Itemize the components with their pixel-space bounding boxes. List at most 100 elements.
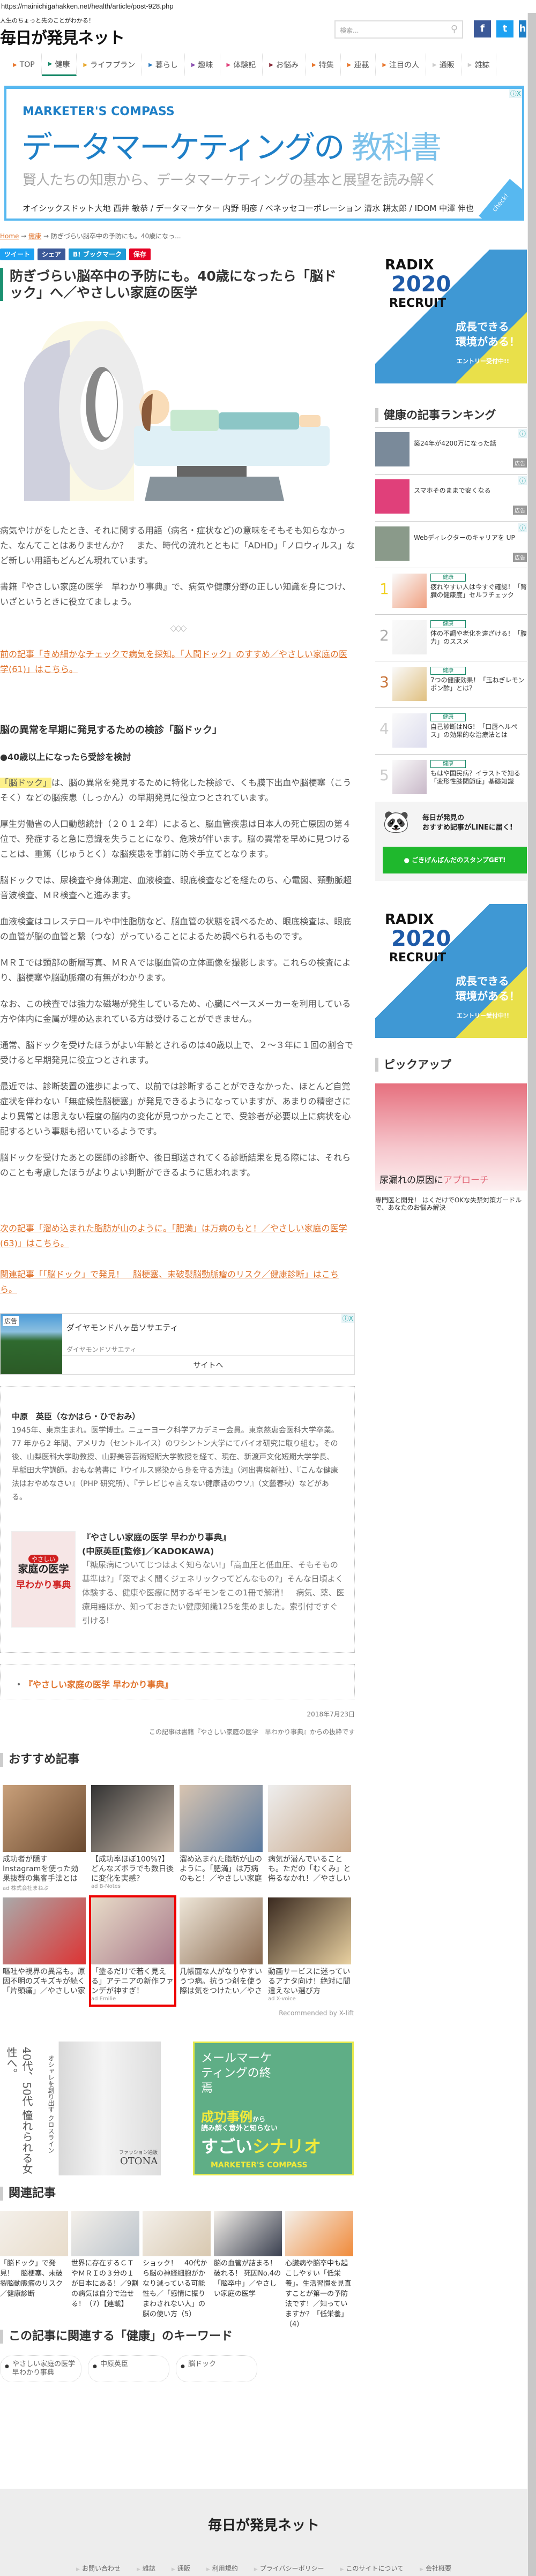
breadcrumb-home[interactable]: Home	[0, 232, 19, 240]
share-button[interactable]: B! ブックマーク	[69, 248, 126, 260]
sidebar-ad[interactable]: Webディレクターのキャリアを UP 広告 ⓘ	[375, 521, 527, 567]
recommend-card[interactable]: 溜め込まれた脂肪が山のように。「肥満」は万病のもと！／やさしい家庭	[180, 1785, 263, 1892]
pickup-image[interactable]: 尿漏れの原因にアプローチ	[375, 1083, 527, 1191]
recommend-card[interactable]: 嘔吐や視界の異常も。原因不明のズキズキが続く「片頭痛」／やさしい家	[3, 1897, 86, 2005]
nav-item[interactable]: ▶ 趣味	[185, 54, 220, 76]
book-link[interactable]: 『やさしい家庭の医学 早わかり事典』	[28, 1679, 173, 1690]
next-article-link[interactable]: 次の記事「溜め込まれた脂肪が山のように。「肥満」は万病のもと！／やさしい家庭の医…	[0, 1223, 347, 1248]
ranking-item[interactable]: 2 健康 体の不調や老化を遠ざける！「腹力」のススメ	[375, 614, 527, 661]
nav-item[interactable]: ▶ 体験記	[220, 54, 263, 76]
recommend-card[interactable]: 病気が潜んでいることも。ただの「むくみ」と侮るなかれ！／やさしい	[268, 1785, 351, 1892]
card-title[interactable]: 動画サービスに迷っているアナタ向け！絶対に間違えない選び方	[268, 1967, 351, 1996]
rank-title[interactable]: 7つの健康効果！「玉ねぎレモンポン酢」とは？	[430, 676, 527, 692]
rank-title[interactable]: もはや国民病？イラストで知る「変形性膝関節症」基礎知識	[430, 770, 527, 786]
recommend-card[interactable]: 几帳面な人がなりやすいうつ病。抗うつ剤を使う際は気をつけたい／やさ	[180, 1897, 263, 2005]
address-bar-url[interactable]: https://mainichigahakken.net/health/arti…	[1, 2, 174, 10]
rank-category[interactable]: 健康	[430, 574, 466, 582]
search-input[interactable]: 検索... ⚲	[334, 20, 463, 39]
recommend-card[interactable]: 「塗るだけで若く見える」アテニアの新作ファンデが神すぎ！ ad Emilie	[89, 1895, 176, 2007]
related-card[interactable]: 世界に存在するＣＴやＭＲＩの３分の１が日本にある！／9割の病気は自分で治せる！（…	[71, 2211, 139, 2330]
footer-link[interactable]: ▶ プライバシーポリシー	[254, 2564, 324, 2573]
nav-item[interactable]: ▶ ライフプラン	[77, 54, 143, 76]
footer-link[interactable]: ▶ 会社概要	[420, 2564, 451, 2573]
footer-link[interactable]: ▶ このサイトについて	[340, 2564, 404, 2573]
rank-category[interactable]: 健康	[430, 713, 466, 721]
related-title[interactable]: 心臓病や脳卒中も起こしやすい「低栄養」。生活習慣を見直すことが第一の予防法です！…	[285, 2258, 353, 2330]
ad-title[interactable]: スマホそのままで安くなる	[414, 486, 491, 495]
keyword-chip[interactable]: 脳ドック	[176, 2355, 257, 2382]
nav-item[interactable]: ▶ 連載	[341, 54, 376, 76]
footer-link[interactable]: ▶ 利用規約	[206, 2564, 238, 2573]
card-title[interactable]: 溜め込まれた脂肪が山のように。「肥満」は万病のもと！／やさしい家庭	[180, 1855, 263, 1884]
nav-item[interactable]: ▶ 特集	[306, 54, 341, 76]
related-article-link[interactable]: 関連記事「「脳ドック」で発見！ 脳梗塞、未破裂脳動脈瘤のリスク／健康診断」はこち…	[0, 1269, 339, 1294]
recommended-by-credit[interactable]: Recommended by X-lift	[279, 2009, 354, 2017]
recommend-card[interactable]: 動画サービスに迷っているアナタ向け！絶対に間違えない選び方 ad X-voice	[268, 1897, 351, 2005]
related-title[interactable]: 脳の血管が詰まる！破れる！ 死因No.4の「脳卒中」／やさしい家庭の医学	[214, 2258, 282, 2299]
card-title[interactable]: 嘔吐や視界の異常も。原因不明のズキズキが続く「片頭痛」／やさしい家	[3, 1967, 86, 1996]
rank-category[interactable]: 健康	[430, 667, 466, 675]
ranking-item[interactable]: 1 健康 疲れやすい人は今すぐ確認！「腎臓の健康度」セルフチェック	[375, 568, 527, 614]
related-card[interactable]: 脳の血管が詰まる！破れる！ 死因No.4の「脳卒中」／やさしい家庭の医学	[214, 2211, 282, 2330]
nav-item[interactable]: ▶ 雑誌	[461, 54, 497, 76]
marketing-ad[interactable]: メールマーケティングの終焉 成功事例から 読み解く意外と知らない すごいシナリオ…	[193, 2042, 354, 2175]
footer-link[interactable]: ▶ 雑誌	[137, 2564, 155, 2573]
ranking-item[interactable]: 5 健康 もはや国民病？イラストで知る「変形性膝関節症」基礎知識	[375, 754, 527, 801]
ad-title[interactable]: Webディレクターのキャリアを UP	[414, 533, 515, 542]
footer-link[interactable]: ▶ お問い合わせ	[76, 2564, 121, 2573]
ad-info-icon[interactable]: ⓘ	[518, 523, 527, 532]
rank-category[interactable]: 健康	[430, 760, 466, 768]
search-icon[interactable]: ⚲	[451, 24, 458, 35]
pickup-caption[interactable]: 専門医と開発！ はくだけでOKな失禁対策ガードルで、あなたのお悩み解決	[375, 1196, 527, 1211]
ad-info-close-icon[interactable]: ⓘX	[341, 1314, 354, 1323]
ad-title[interactable]: 築24年が4200万になった話	[414, 439, 496, 448]
book-cover[interactable]: やさしい 家庭の医学 早わかり事典	[11, 1531, 76, 1628]
prev-article-link[interactable]: 前の記事「きめ細かなチェックで病気を探知。「人間ドック」のすすめ／やさしい家庭の…	[0, 649, 347, 674]
top-banner-ad[interactable]: MARKETER'S COMPASS データマーケティングの 教科書 賢人たちの…	[4, 86, 524, 221]
ranking-item[interactable]: 4 健康 自己診断はNG！「口唇ヘルペス」の効果的な治療法とは	[375, 707, 527, 754]
site-logo[interactable]: 毎日が発見ネット	[0, 25, 125, 48]
native-ad[interactable]: 広告 ダイヤモンド八ヶ岳ソサエティ ダイヤモンドソサエティ サイトへ ⓘX	[0, 1313, 355, 1375]
ad-info-close-icon[interactable]: ⓘX	[509, 89, 522, 98]
rank-title[interactable]: 自己診断はNG！「口唇ヘルペス」の効果的な治療法とは	[430, 723, 527, 739]
fashion-ad[interactable]: 40代、50代 憧れられる女性へ。 オシャレを創り出す クロスライン ファッショ…	[5, 2042, 161, 2175]
card-title[interactable]: 【成功率ほぼ100%?】どんなズボラでも数日後に変化を実感?	[91, 1855, 174, 1884]
related-card[interactable]: 「脳ドック」で発見！ 脳梗塞、未破裂脳動脈瘤のリスク／健康診断	[0, 2211, 68, 2330]
breadcrumb-category[interactable]: 健康	[28, 232, 41, 240]
rank-category[interactable]: 健康	[430, 620, 466, 628]
footer-logo[interactable]: 毎日が発見ネット	[0, 2514, 527, 2534]
nav-item[interactable]: ▶ お悩み	[263, 54, 306, 76]
ad-info-icon[interactable]: ⓘ	[518, 429, 527, 438]
nav-item[interactable]: ▶ 注目の人	[376, 54, 427, 76]
ad-site-button[interactable]: サイトへ	[62, 1355, 354, 1374]
share-button[interactable]: シェア	[38, 248, 66, 260]
keyword-chip[interactable]: やさしい家庭の医学早わかり事典	[0, 2355, 81, 2382]
share-button[interactable]: 保存	[129, 248, 151, 260]
twitter-icon[interactable]: t	[496, 20, 513, 37]
sidebar-ad[interactable]: 築24年が4200万になった話 広告 ⓘ	[375, 427, 527, 473]
recommend-card[interactable]: 【成功率ほぼ100%?】どんなズボラでも数日後に変化を実感? ad B-Notes	[91, 1785, 174, 1892]
rank-title[interactable]: 疲れやすい人は今すぐ確認！「腎臓の健康度」セルフチェック	[430, 583, 527, 599]
radix-ad-2[interactable]: RADIX 2020 RECRUIT 成長できる 環境がある！ エントリー受付中!…	[375, 904, 527, 1038]
nav-item[interactable]: ▶ TOP	[6, 54, 42, 76]
keyword-chip[interactable]: 中原英臣	[88, 2355, 169, 2382]
sidebar-ad[interactable]: スマホそのままで安くなる 広告 ⓘ	[375, 474, 527, 520]
line-stamp-button[interactable]: ● ごきげんぱんだのスタンプGET!	[383, 847, 527, 873]
related-title[interactable]: ショック！ 40代から脳の神経細胞がかなり減っている可能性も／「感情に振りまわさ…	[143, 2258, 211, 2319]
recommend-card[interactable]: 成功者が隠すInstagramを使った効果抜群の集客手法とは ad 株式会社まねぶ	[3, 1785, 86, 1892]
ad-title[interactable]: ダイヤモンド八ヶ岳ソサエティ	[66, 1322, 178, 1333]
ad-info-icon[interactable]: ⓘ	[518, 476, 527, 485]
facebook-icon[interactable]: f	[474, 20, 491, 37]
share-button[interactable]: ツイート	[0, 248, 35, 260]
card-title[interactable]: 病気が潜んでいることも。ただの「むくみ」と侮るなかれ！／やさしい	[268, 1855, 351, 1884]
card-title[interactable]: 成功者が隠すInstagramを使った効果抜群の集客手法とは	[3, 1855, 86, 1884]
related-card[interactable]: ショック！ 40代から脳の神経細胞がかなり減っている可能性も／「感情に振りまわさ…	[143, 2211, 211, 2330]
nav-item[interactable]: ▶ 通販	[426, 54, 461, 76]
nav-item[interactable]: ▶ 暮らし	[142, 54, 185, 76]
page-scrollbar[interactable]	[527, 13, 536, 2576]
nav-item[interactable]: ▶ 健康	[41, 54, 77, 76]
radix-ad[interactable]: RADIX 2020 RECRUIT 成長できる 環境がある！ エントリー受付中!…	[375, 250, 527, 383]
ranking-item[interactable]: 3 健康 7つの健康効果！「玉ねぎレモンポン酢」とは？	[375, 661, 527, 707]
card-title[interactable]: 几帳面な人がなりやすいうつ病。抗うつ剤を使う際は気をつけたい／やさ	[180, 1967, 263, 1996]
rank-title[interactable]: 体の不調や老化を遠ざける！「腹力」のススメ	[430, 630, 527, 646]
